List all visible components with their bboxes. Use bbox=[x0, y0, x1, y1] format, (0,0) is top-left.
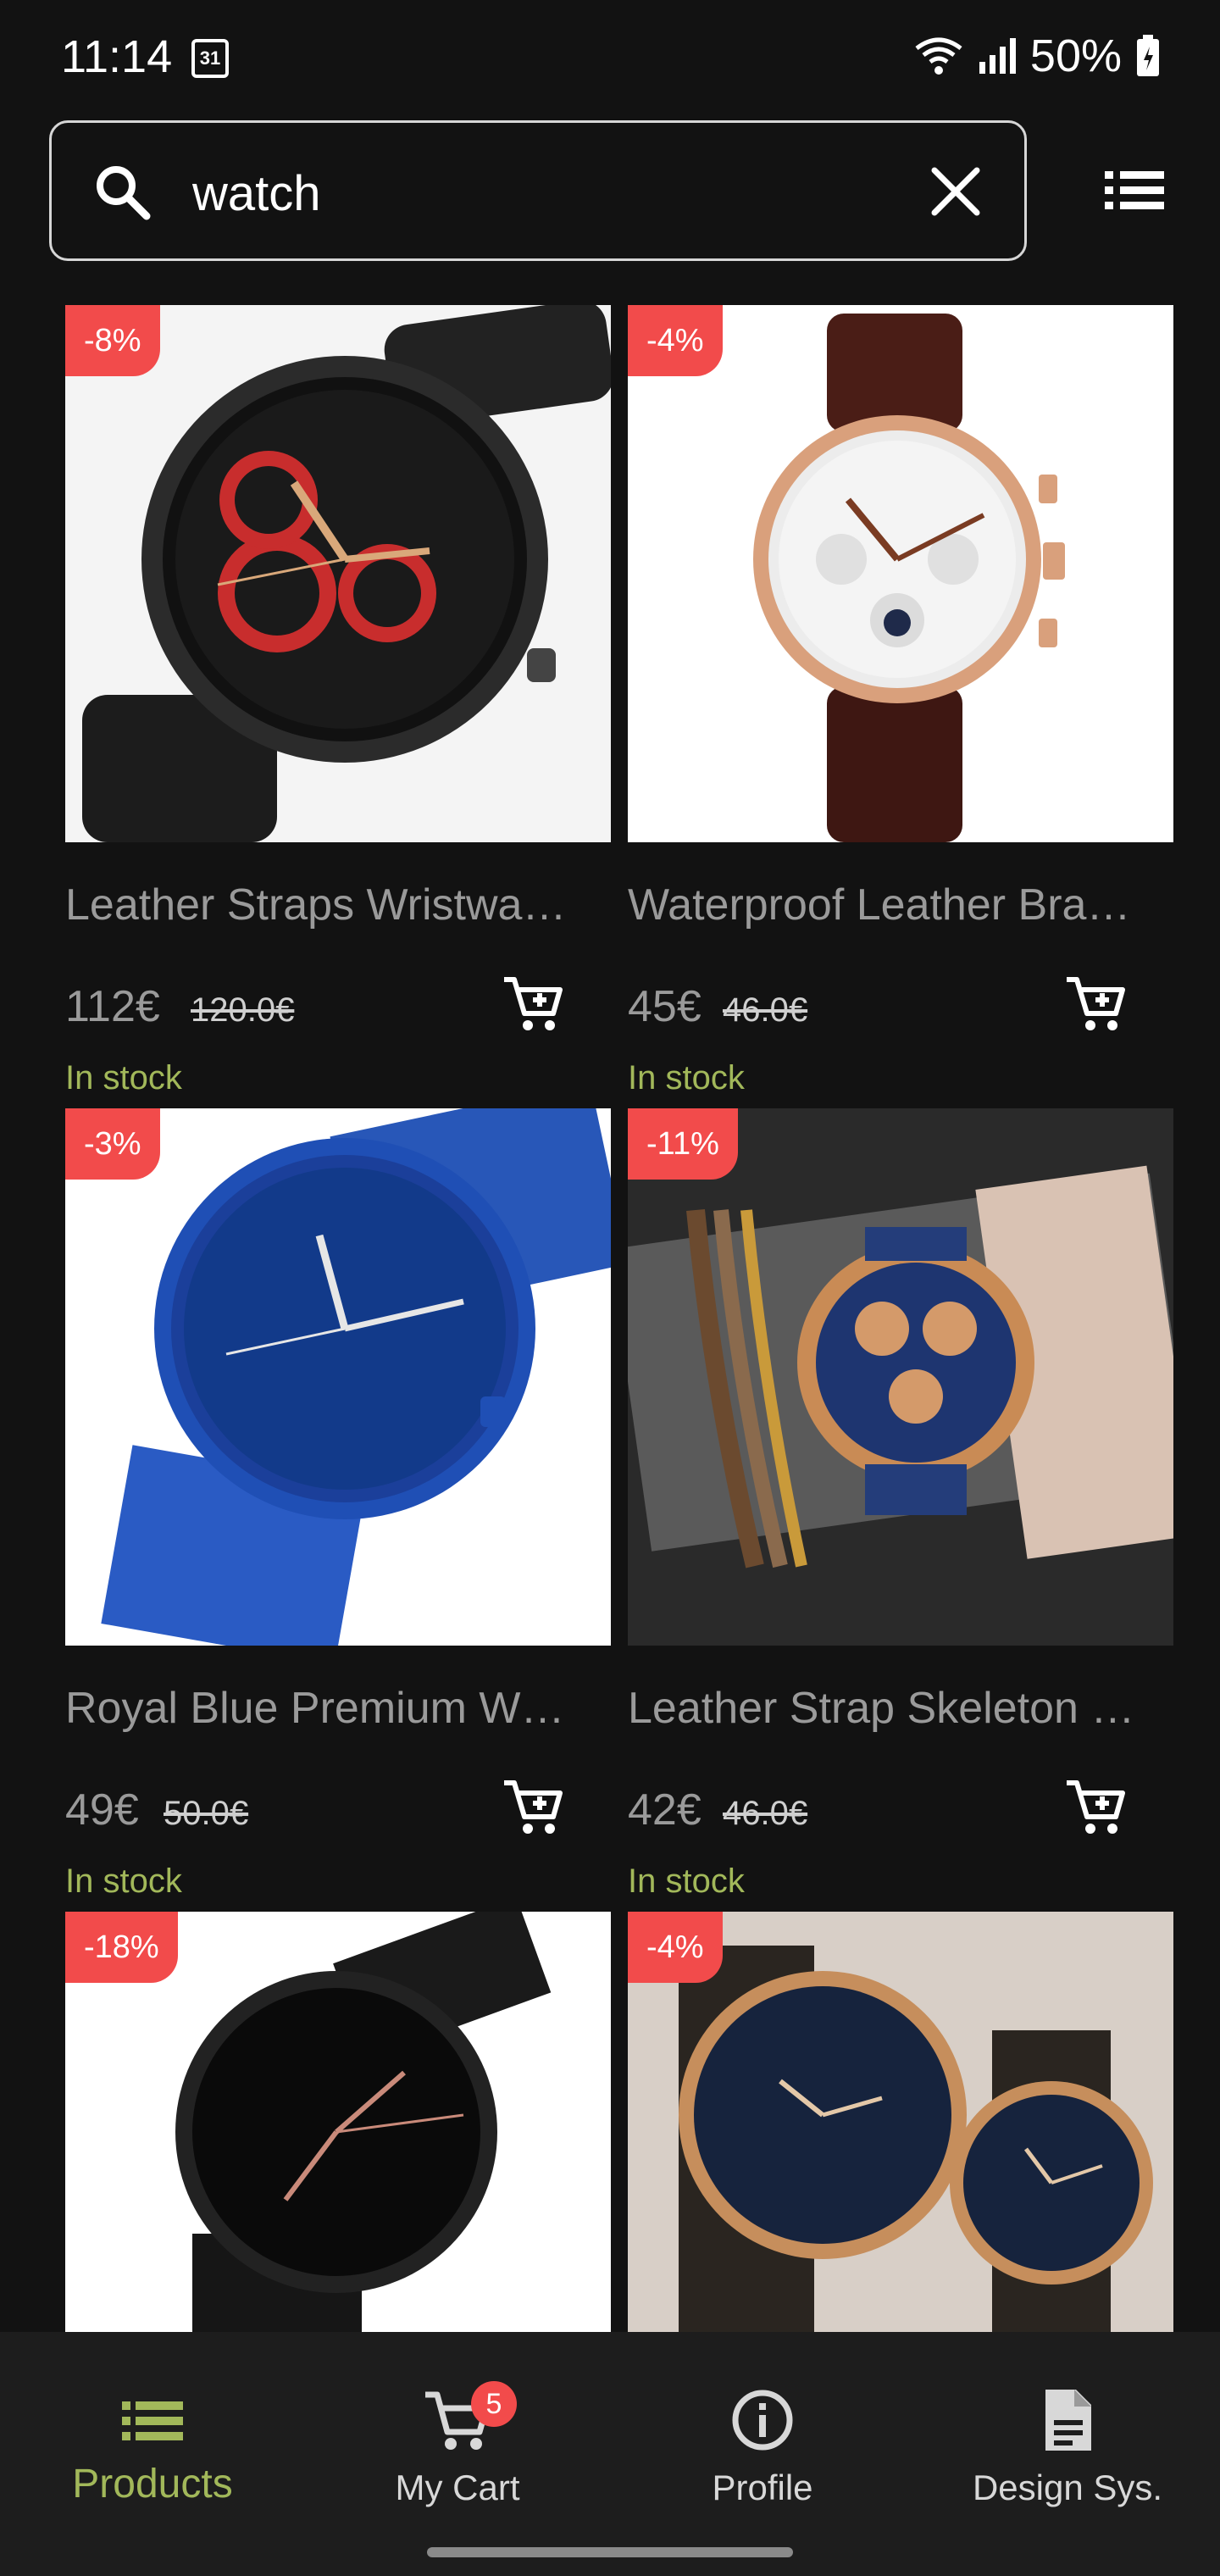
product-card[interactable]: -4% Waterproof Leather Bra… 45€ 46.0€ In… bbox=[628, 305, 1173, 1110]
battery-icon bbox=[1137, 35, 1159, 76]
discount-badge: -4% bbox=[628, 1912, 723, 1983]
search-input[interactable] bbox=[192, 155, 921, 231]
cart-count-badge: 5 bbox=[471, 2381, 517, 2427]
stock-status: In stock bbox=[65, 1059, 182, 1096]
product-price: 42€ bbox=[628, 1785, 702, 1835]
list-view-icon[interactable] bbox=[1105, 168, 1164, 214]
nav-label: Products bbox=[72, 2462, 233, 2507]
product-old-price: 46.0€ bbox=[723, 991, 808, 1029]
info-icon bbox=[732, 2390, 793, 2451]
product-card[interactable]: -4% bbox=[628, 1912, 1173, 2332]
discount-badge: -4% bbox=[628, 305, 723, 376]
product-card[interactable]: -11% Leather Strap Skeleton … 42€ 46.0€ … bbox=[628, 1108, 1173, 1913]
close-icon[interactable] bbox=[928, 164, 984, 219]
add-to-cart-icon[interactable] bbox=[502, 974, 563, 1035]
list-icon bbox=[122, 2401, 183, 2440]
discount-badge: -11% bbox=[628, 1108, 738, 1180]
nav-item-products[interactable]: Products bbox=[0, 2332, 305, 2518]
product-price: 49€ bbox=[65, 1785, 139, 1835]
nav-item-design-system[interactable]: Design Sys. bbox=[915, 2332, 1220, 2518]
product-image[interactable]: -8% bbox=[65, 305, 611, 842]
search-icon bbox=[97, 166, 151, 220]
product-image[interactable]: -4% bbox=[628, 305, 1173, 842]
battery-percent: 50% bbox=[1029, 31, 1122, 81]
product-image[interactable]: -18% bbox=[65, 1912, 611, 2332]
nav-label: Profile bbox=[712, 2468, 813, 2507]
product-old-price: 46.0€ bbox=[723, 1795, 808, 1832]
bottom-navigation: Products 5 My Cart Profile Design Sys. bbox=[0, 2332, 1220, 2576]
product-name[interactable]: Waterproof Leather Bra… bbox=[628, 880, 1173, 930]
product-image[interactable]: -3% bbox=[65, 1108, 611, 1646]
nav-label: My Cart bbox=[395, 2468, 520, 2507]
stock-status: In stock bbox=[65, 1863, 182, 1900]
search-bar[interactable] bbox=[49, 120, 1027, 261]
product-price: 112€ bbox=[65, 982, 160, 1031]
product-name[interactable]: Leather Strap Skeleton … bbox=[628, 1683, 1173, 1734]
product-image[interactable]: -11% bbox=[628, 1108, 1173, 1646]
product-price: 45€ bbox=[628, 982, 702, 1031]
document-icon bbox=[1045, 2390, 1091, 2451]
wifi-icon bbox=[915, 37, 962, 75]
calendar-icon: 31 bbox=[191, 39, 229, 78]
status-indicators: 50% bbox=[913, 31, 1161, 81]
product-image[interactable]: -4% bbox=[628, 1912, 1173, 2332]
product-card[interactable]: -8% Leather Straps Wristwa… 112€ 120.0€ … bbox=[65, 305, 611, 1110]
nav-label: Design Sys. bbox=[972, 2468, 1163, 2507]
signal-icon bbox=[979, 38, 1016, 74]
add-to-cart-icon[interactable] bbox=[502, 1778, 563, 1839]
product-name[interactable]: Leather Straps Wristwa… bbox=[65, 880, 611, 930]
product-old-price: 50.0€ bbox=[164, 1795, 249, 1832]
stock-status: In stock bbox=[628, 1863, 745, 1900]
discount-badge: -8% bbox=[65, 305, 160, 376]
product-card[interactable]: -18% bbox=[65, 1912, 611, 2332]
product-card[interactable]: -3% Royal Blue Premium W… 49€ 50.0€ In s… bbox=[65, 1108, 611, 1913]
product-name[interactable]: Royal Blue Premium W… bbox=[65, 1683, 611, 1734]
discount-badge: -3% bbox=[65, 1108, 160, 1180]
add-to-cart-icon[interactable] bbox=[1065, 974, 1126, 1035]
status-bar: 11:14 31 50% bbox=[0, 0, 1220, 110]
nav-item-profile[interactable]: Profile bbox=[610, 2332, 915, 2518]
product-old-price: 120.0€ bbox=[191, 991, 295, 1029]
add-to-cart-icon[interactable] bbox=[1065, 1778, 1126, 1839]
nav-item-cart[interactable]: 5 My Cart bbox=[305, 2332, 610, 2518]
status-time: 11:14 bbox=[61, 31, 173, 82]
home-indicator[interactable] bbox=[427, 2547, 793, 2557]
stock-status: In stock bbox=[628, 1059, 745, 1096]
discount-badge: -18% bbox=[65, 1912, 178, 1983]
